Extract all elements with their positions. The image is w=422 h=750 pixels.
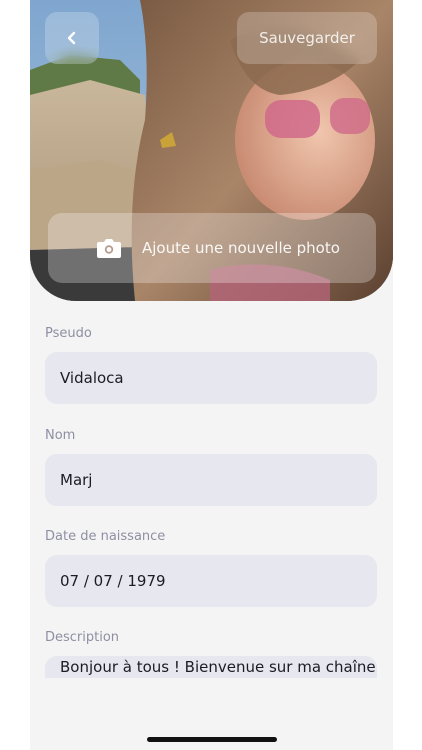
chevron-left-icon (67, 31, 76, 45)
pseudo-label: Pseudo (45, 326, 92, 341)
camera-icon (97, 239, 121, 258)
home-indicator[interactable] (147, 737, 277, 742)
pseudo-field[interactable]: Vidaloca (45, 352, 377, 404)
nom-field[interactable]: Marj (45, 454, 377, 506)
description-field[interactable]: Bonjour à tous ! Bienvenue sur ma chaîne (45, 656, 377, 678)
description-label: Description (45, 630, 120, 645)
birthdate-value: 07 / 07 / 1979 (60, 572, 166, 590)
nom-value: Marj (60, 471, 93, 489)
save-button[interactable]: Sauvegarder (237, 12, 377, 64)
add-photo-label: Ajoute une nouvelle photo (142, 239, 340, 257)
birthdate-label: Date de naissance (45, 529, 166, 544)
pseudo-value: Vidaloca (60, 369, 124, 387)
add-photo-button[interactable]: Ajoute une nouvelle photo (48, 213, 376, 283)
description-value: Bonjour à tous ! Bienvenue sur ma chaîne (60, 658, 376, 676)
save-button-label: Sauvegarder (259, 29, 355, 47)
profile-photo: Sauvegarder Ajoute une nouvelle photo (30, 0, 393, 301)
birthdate-field[interactable]: 07 / 07 / 1979 (45, 555, 377, 607)
edit-profile-screen: Sauvegarder Ajoute une nouvelle photo Ps… (30, 0, 393, 750)
back-button[interactable] (45, 12, 99, 64)
nom-label: Nom (45, 428, 76, 443)
